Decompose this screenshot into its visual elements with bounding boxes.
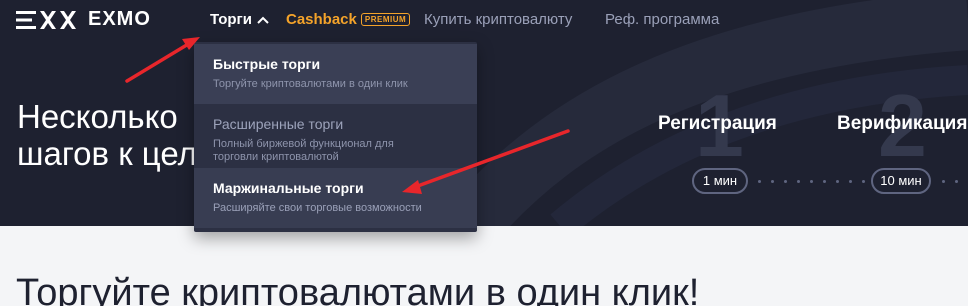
dropdown-item-title: Расширенные торги <box>213 116 344 132</box>
top-navigation: EXMO Торги Cashback PREMIUM Купить крипт… <box>0 0 968 42</box>
dropdown-item-margin-trading[interactable]: Маржинальные торги Расширяйте свои торго… <box>194 168 477 228</box>
exmo-logo[interactable]: EXMO <box>16 8 151 31</box>
trading-dropdown-menu: Быстрые торги Торгуйте криптовалютами в … <box>194 42 477 232</box>
hero-headline: Несколько шагов к цел <box>17 98 197 172</box>
nav-trading-menu[interactable]: Торги <box>210 11 269 28</box>
dropdown-item-advanced-trading[interactable]: Расширенные торги Полный биржевой функци… <box>194 104 477 164</box>
nav-cashback-label: Cashback <box>286 11 357 28</box>
step-verification-label: Верификация <box>837 113 968 134</box>
chevron-up-icon <box>257 16 269 24</box>
dropdown-item-quick-trading[interactable]: Быстрые торги Торгуйте криптовалютами в … <box>194 44 477 104</box>
nav-trading-label: Торги <box>210 11 253 28</box>
dropdown-item-title: Маржинальные торги <box>213 180 364 196</box>
dropdown-item-description: Торгуйте криптовалютами в один клик <box>213 78 408 90</box>
dropdown-item-title: Быстрые торги <box>213 56 321 72</box>
step-1-progress-dots <box>758 180 865 183</box>
nav-buy-crypto[interactable]: Купить криптовалюту <box>424 11 572 28</box>
nav-referral-program[interactable]: Реф. программа <box>605 11 719 28</box>
step-registration-label: Регистрация <box>658 113 777 134</box>
dropdown-item-description: Расширяйте свои торговые возможности <box>213 202 422 214</box>
step-2-time-badge: 10 мин <box>871 168 931 194</box>
dropdown-item-description: Полный биржевой функционал для торговли … <box>213 138 394 163</box>
step-1-time-badge: 1 мин <box>692 168 748 194</box>
exmo-logo-icon <box>16 10 76 29</box>
premium-badge: PREMIUM <box>360 13 411 26</box>
logo-text: EXMO <box>88 8 151 30</box>
step-2-progress-dots <box>942 180 958 183</box>
nav-cashback[interactable]: Cashback PREMIUM <box>286 11 411 28</box>
section-heading: Торгуйте криптовалютами в один клик! <box>16 272 700 306</box>
